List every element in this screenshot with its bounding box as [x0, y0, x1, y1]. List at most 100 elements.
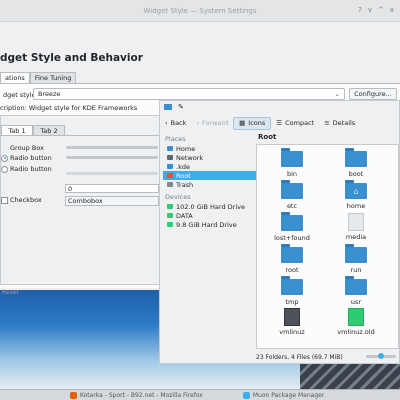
minimize-icon[interactable]: v: [368, 6, 372, 14]
checkbox-label: Checkbox: [10, 196, 42, 204]
home-icon: [167, 146, 173, 151]
icons-label: Icons: [248, 119, 266, 127]
file-item[interactable]: bin: [268, 148, 316, 178]
breadcrumb[interactable]: Root: [256, 133, 399, 143]
help-icon[interactable]: ?: [358, 6, 362, 14]
folder-icon: [281, 212, 303, 231]
preview-tab-2[interactable]: Tab 2: [33, 125, 65, 135]
radio-button-1[interactable]: Radio button: [1, 154, 52, 162]
grid-icon: ▦: [239, 119, 246, 127]
network-icon: [167, 155, 173, 160]
root-icon: [167, 173, 173, 178]
preview-scrollbar[interactable]: [66, 172, 158, 175]
device-item[interactable]: 9.8 GiB Hard Drive: [163, 220, 256, 229]
place-kde[interactable]: .kde: [163, 162, 256, 171]
dialog-toolbar: ‹ Back › Forward ▦ Icons ☰ Compact ≡ Det…: [160, 115, 399, 131]
file-item[interactable]: run: [332, 244, 380, 274]
zoom-slider[interactable]: [366, 353, 396, 359]
places-section-title: Places: [165, 135, 186, 143]
file-item[interactable]: lost+found: [268, 212, 316, 242]
file-name: boot: [348, 170, 364, 178]
file-item[interactable]: media: [332, 213, 380, 241]
arrow-left-icon: ‹: [165, 119, 168, 127]
device-label: 9.8 GiB Hard Drive: [176, 220, 237, 229]
compact-view-button[interactable]: ☰ Compact: [271, 117, 319, 130]
place-home[interactable]: Home: [163, 144, 256, 153]
device-label: DATA: [176, 211, 193, 220]
device-label: 102.0 GiB Hard Drive: [176, 202, 245, 211]
style-preview: Tab 1 Tab 2 Group Box Radio button Radio…: [0, 115, 160, 285]
icons-view-button[interactable]: ▦ Icons: [233, 116, 272, 130]
settings-window: Widget Style — System Settings ? v ^ x d…: [0, 0, 400, 364]
forward-label: Forward: [202, 119, 229, 127]
forward-button[interactable]: › Forward: [191, 117, 233, 130]
trash-icon: [167, 182, 173, 187]
device-item[interactable]: 102.0 GiB Hard Drive: [163, 202, 256, 211]
folder-icon: [345, 276, 367, 295]
widget-style-combobox[interactable]: Breeze ⌄: [33, 88, 345, 100]
preview-slider[interactable]: [66, 146, 158, 149]
window-titlebar[interactable]: Widget Style — System Settings ? v ^ x: [0, 0, 400, 22]
back-button[interactable]: ‹ Back: [160, 117, 191, 130]
pin-icon[interactable]: ✎: [178, 103, 184, 111]
drive-icon: [167, 204, 173, 209]
tab-applications[interactable]: ations: [0, 72, 30, 83]
spinbox[interactable]: 0: [65, 184, 159, 193]
folder-icon: [281, 148, 303, 167]
place-root[interactable]: Root: [163, 171, 256, 180]
file-item[interactable]: root: [268, 244, 316, 274]
compact-label: Compact: [285, 119, 315, 127]
preview-tab-bar: Tab 1 Tab 2: [1, 125, 65, 135]
radio-indicator: [1, 165, 8, 173]
status-text: 23 Folders, 4 Files (69.7 MiB): [256, 353, 343, 361]
file-item[interactable]: etc: [268, 180, 316, 210]
folder-icon: [345, 244, 367, 263]
drive-icon: [167, 213, 173, 218]
radio-button-2[interactable]: Radio button: [1, 165, 52, 173]
checkbox[interactable]: Checkbox: [1, 196, 42, 204]
tab-fine-tuning[interactable]: Fine Tuning: [29, 72, 77, 83]
maximize-icon[interactable]: ^: [378, 6, 384, 14]
configure-button[interactable]: Configure...: [349, 88, 397, 100]
firefox-icon: [70, 391, 77, 399]
file-name: etc: [286, 202, 298, 210]
close-icon[interactable]: x: [390, 6, 394, 14]
taskbar-item-firefox[interactable]: Kotarka - Sport - B92.net - Mozilla Fire…: [64, 390, 209, 400]
preview-combobox[interactable]: Combobox: [65, 196, 159, 206]
file-name: run: [350, 266, 362, 274]
taskbar-item-label: Kotarka - Sport - B92.net - Mozilla Fire…: [80, 391, 203, 399]
list-compact-icon: ☰: [276, 119, 283, 127]
reset-button[interactable]: Reset: [0, 287, 22, 298]
file-name: vmlinuz: [279, 328, 305, 336]
place-network[interactable]: Network: [163, 153, 256, 162]
device-item[interactable]: DATA: [163, 211, 256, 220]
details-view-button[interactable]: ≡ Details: [319, 117, 360, 130]
radio-indicator: [1, 154, 8, 162]
details-label: Details: [332, 119, 356, 127]
file-item[interactable]: vmlinuz: [268, 308, 316, 336]
folder-icon: [167, 164, 173, 169]
file-item[interactable]: tmp: [268, 276, 316, 306]
file-item[interactable]: boot: [332, 148, 380, 178]
file-item[interactable]: vmlinuz.old: [332, 308, 380, 336]
radio-label: Radio button: [10, 165, 52, 173]
place-label: Trash: [176, 180, 194, 189]
taskbar-item-muon[interactable]: Muon Package Manager: [237, 390, 330, 400]
file-name: vmlinuz.old: [337, 328, 375, 336]
file-name: home: [346, 202, 366, 210]
file-icon: [348, 213, 364, 231]
file-name: tmp: [285, 298, 299, 306]
preview-tab-1[interactable]: Tab 1: [1, 125, 33, 135]
taskbar: Kotarka - Sport - B92.net - Mozilla Fire…: [0, 389, 400, 400]
file-item[interactable]: ⌂ home: [332, 180, 380, 210]
list-details-icon: ≡: [324, 119, 330, 127]
file-name: root: [285, 266, 299, 274]
file-view-area: Root bin boot etc ⌂ home lost+found media…: [256, 133, 399, 363]
folder-home-icon: ⌂: [345, 180, 367, 199]
folder-icon: [281, 276, 303, 295]
widget-style-value: Breeze: [38, 90, 61, 98]
folder-icon: [281, 244, 303, 263]
place-trash[interactable]: Trash: [163, 180, 256, 189]
file-item[interactable]: usr: [332, 276, 380, 306]
folder-icon: [345, 148, 367, 167]
